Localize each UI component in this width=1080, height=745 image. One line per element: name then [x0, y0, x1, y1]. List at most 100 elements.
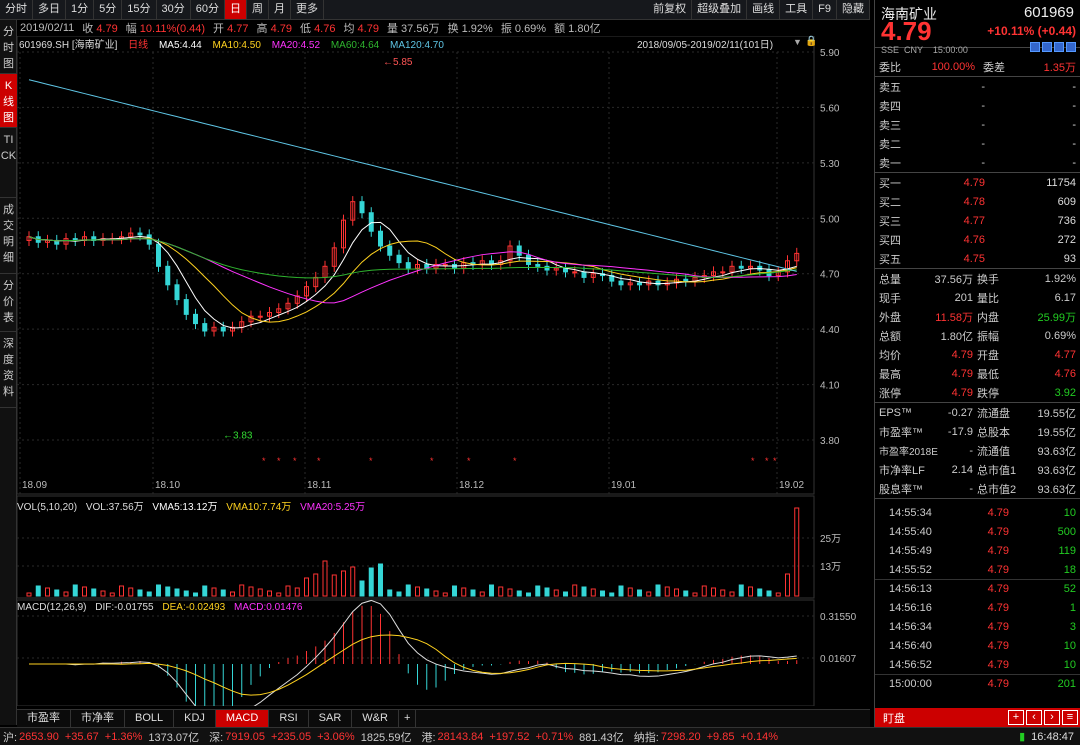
adjust-button[interactable]: 前复权: [648, 0, 693, 19]
price-tick-label: 3.80: [820, 436, 840, 447]
vtab-depth[interactable]: 深度资料: [0, 332, 17, 408]
tab-daily[interactable]: 日: [225, 0, 247, 19]
info-avg-label: 均: [343, 23, 355, 35]
vtab-detail[interactable]: 成交明细: [0, 198, 17, 274]
volume-bar: [72, 584, 78, 597]
f9-button[interactable]: F9: [813, 0, 837, 19]
info-chg-label: 幅: [125, 23, 137, 35]
date-tick-label: 19.02: [779, 480, 804, 491]
alert-icon[interactable]: [1054, 42, 1064, 52]
volume-bar: [424, 588, 430, 597]
itab-pe[interactable]: 市盈率: [17, 710, 71, 727]
volume-bar: [26, 592, 32, 597]
chevron-left-icon[interactable]: ‹: [1026, 710, 1042, 725]
volume-bar: [378, 563, 383, 597]
tab-1min[interactable]: 1分: [66, 0, 95, 19]
signal-marker: *: [751, 456, 755, 466]
ma20-line: [28, 236, 797, 304]
candle-body: [165, 265, 171, 286]
overlay-button[interactable]: 超级叠加: [692, 0, 748, 19]
tab-30min[interactable]: 30分: [157, 0, 191, 19]
itab-sar[interactable]: SAR: [309, 710, 353, 727]
tab-60min[interactable]: 60分: [191, 0, 225, 19]
status-bar: 沪: 2653.90 +35.67 +1.36% 1373.07亿 深: 791…: [0, 727, 1080, 745]
volume-bar: [526, 592, 531, 597]
volume-bar: [91, 588, 97, 597]
candle-body: [396, 254, 402, 264]
itab-macd[interactable]: MACD: [215, 710, 270, 727]
signal-marker: *: [765, 456, 769, 466]
add-icon[interactable]: [1042, 42, 1052, 52]
add-icon[interactable]: +: [1008, 710, 1024, 725]
volume-bar: [452, 585, 457, 597]
tick-list[interactable]: 14:55:34 4.79 10 14:55:40 4.79 500 14:55:49 4…: [875, 499, 1080, 693]
tab-5min[interactable]: 5分: [94, 0, 123, 19]
stat-row: 最高 4.79 最低 4.76: [879, 367, 1076, 381]
date-tick-label: 18.12: [459, 480, 484, 491]
vtab-tick[interactable]: TICK: [0, 128, 17, 198]
legend-ma10: MA10:4.50: [212, 40, 261, 51]
volume-bar: [193, 592, 198, 597]
price-tick-label: 5.60: [820, 103, 840, 114]
lock-icon[interactable]: 🔒: [805, 36, 817, 47]
tools-button[interactable]: 工具: [780, 0, 814, 19]
itab-add-button[interactable]: +: [399, 710, 417, 727]
range-dropdown-icon[interactable]: ▼: [793, 37, 802, 47]
draw-button[interactable]: 画线: [747, 0, 781, 19]
vtab-pricetable[interactable]: 分价表: [0, 274, 17, 332]
candle-body: [137, 232, 143, 236]
vtab-fenshi[interactable]: 分时图: [0, 20, 17, 74]
tab-more[interactable]: 更多: [291, 0, 324, 19]
date-tick-label: 18.10: [155, 480, 180, 491]
candle-body: [193, 313, 198, 325]
signal-marker: *: [773, 456, 777, 466]
left-tabs: 分时图 K线图 TICK 成交明细 分价表 深度资料: [0, 20, 17, 725]
hide-button[interactable]: 隐藏: [837, 0, 870, 19]
info-avg: 4.79: [357, 23, 379, 35]
date-tick-label: 18.09: [22, 480, 47, 491]
legend-ma20: MA20:4.52: [271, 40, 321, 51]
volume-bar: [609, 592, 615, 597]
hk-pct: +0.71%: [535, 730, 574, 743]
info-amp: 0.69%: [514, 23, 547, 35]
volume-bar: [156, 584, 161, 597]
legend-code: 601969.SH [海南矿业]: [19, 40, 118, 51]
range-label: 2018/09/05-2019/02/11(101日): [637, 40, 774, 51]
itab-kdj[interactable]: KDJ: [174, 710, 216, 727]
hk-amount: 881.43亿: [579, 731, 624, 744]
chevron-right-icon[interactable]: ›: [1044, 710, 1060, 725]
bid-row: 买三 4.77 736: [879, 214, 1076, 228]
chart-area[interactable]: 5.90 5.60 5.30 5.00 4.70 4.40 4.10 3.80 18.09 18.…: [17, 36, 870, 706]
stat-row: 涨停 4.79 跌停 3.92: [879, 386, 1076, 400]
vol-tick-label: 25万: [820, 534, 841, 545]
itab-rsi[interactable]: RSI: [269, 710, 309, 727]
ask-row: 卖四 - -: [879, 99, 1076, 113]
tab-weekly[interactable]: 周: [247, 0, 269, 19]
panel-footer: 盯盘 + ‹ › ≡: [875, 708, 1080, 727]
info-low: 4.76: [314, 23, 336, 35]
itab-wr[interactable]: W&R: [352, 710, 399, 727]
vtab-kline[interactable]: K线图: [0, 74, 17, 128]
volume-bar: [470, 589, 476, 597]
share-icon[interactable]: [1066, 42, 1076, 52]
volume-bar: [119, 585, 124, 597]
bid-book: 买一 4.79 11754 买二 4.78 609 买三 4.77 736 买四 4.76 27…: [875, 173, 1080, 269]
info-amp-label: 振: [500, 23, 512, 35]
itab-pb[interactable]: 市净率: [71, 710, 125, 727]
volume-bar: [230, 591, 235, 597]
watch-button[interactable]: 盯盘: [875, 710, 1008, 726]
info-turn-label: 换: [447, 23, 459, 35]
tab-monthly[interactable]: 月: [269, 0, 291, 19]
volume-bar: [35, 585, 41, 597]
stat-row: 现手 201 量比 6.17: [879, 291, 1076, 305]
itab-boll[interactable]: BOLL: [125, 710, 175, 727]
signal-marker: *: [317, 456, 321, 466]
tab-15min[interactable]: 15分: [122, 0, 157, 19]
tab-multiday[interactable]: 多日: [33, 0, 66, 19]
list-icon[interactable]: ≡: [1062, 710, 1078, 725]
edit-icon[interactable]: [1030, 42, 1040, 52]
volume-bar: [359, 580, 365, 597]
tab-fenshi[interactable]: 分时: [0, 0, 33, 19]
volume-bar: [655, 584, 661, 597]
volume-bar: [516, 590, 522, 597]
